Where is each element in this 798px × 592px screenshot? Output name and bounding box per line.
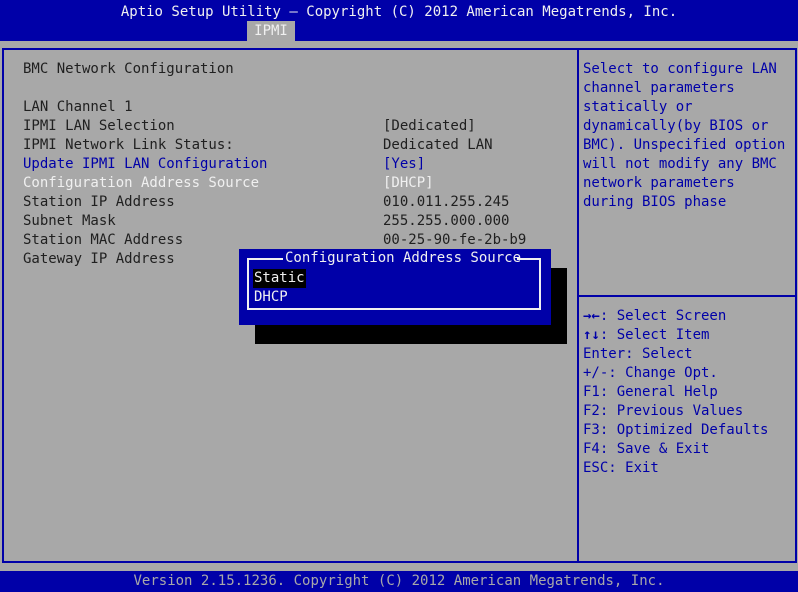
station-ip-value: 010.011.255.245 [383, 194, 510, 210]
header-title: Aptio Setup Utility – Copyright (C) 2012… [120, 4, 678, 20]
update-lan-config-value[interactable]: [Yes] [383, 155, 425, 174]
key-help-text: : Select Screen [599, 308, 727, 324]
station-mac-label: Station MAC Address [23, 232, 184, 248]
help-line: dynamically(by BIOS or [583, 118, 769, 134]
key-help-enter: Enter: Select [583, 346, 693, 362]
key-help-esc: ESC: Exit [583, 460, 659, 476]
key-help-select-item: ↑↓: Select Item [583, 326, 709, 345]
tab-ipmi[interactable]: IPMI [247, 21, 295, 41]
help-divider [579, 295, 795, 297]
key-help-f3: F3: Optimized Defaults [583, 422, 769, 438]
key-help-text: : Select Item [599, 327, 710, 343]
bios-screen: Aptio Setup Utility – Copyright (C) 2012… [0, 0, 798, 592]
key-help-f4: F4: Save & Exit [583, 441, 710, 457]
network-link-status-value: Dedicated LAN [383, 137, 493, 153]
section-title: BMC Network Configuration [23, 61, 234, 77]
popup-option-dhcp[interactable]: DHCP [254, 288, 288, 307]
ipmi-lan-selection-label: IPMI LAN Selection [23, 118, 175, 134]
ipmi-lan-selection-value: [Dedicated] [383, 118, 476, 134]
popup-option-static[interactable]: Static [253, 269, 306, 288]
help-line: channel parameters [583, 80, 735, 96]
help-line: will not modify any BMC [583, 156, 777, 172]
key-help-f1: F1: General Help [583, 384, 718, 400]
frame-left-border [2, 48, 4, 563]
help-line: Select to configure LAN [583, 61, 777, 77]
network-link-status-label: IPMI Network Link Status: [23, 137, 234, 153]
help-line: BMC). Unspecified option [583, 137, 786, 153]
key-help-f2: F2: Previous Values [583, 403, 744, 419]
left-right-arrows-icon: →← [583, 308, 600, 324]
popup-frame-top-left [247, 258, 283, 260]
footer-bar: Version 2.15.1236. Copyright (C) 2012 Am… [0, 571, 798, 592]
help-line: during BIOS phase [583, 194, 727, 210]
key-help-change: +/-: Change Opt. [583, 365, 718, 381]
frame-divider [577, 48, 579, 563]
key-help-select-screen: →←: Select Screen [583, 307, 726, 326]
frame-top-border [2, 48, 796, 50]
update-lan-config-item[interactable]: Update IPMI LAN Configuration [23, 155, 267, 174]
frame-bottom-border [2, 561, 796, 563]
frame-right-border [795, 48, 797, 563]
up-down-arrows-icon: ↑↓ [583, 327, 600, 343]
help-line: network parameters [583, 175, 735, 191]
subnet-mask-label: Subnet Mask [23, 213, 116, 229]
help-line: statically or [583, 99, 693, 115]
config-address-source-item[interactable]: Configuration Address Source [23, 174, 259, 193]
gateway-ip-label: Gateway IP Address [23, 251, 175, 267]
config-address-source-value[interactable]: [DHCP] [383, 174, 434, 193]
lan-channel-label: LAN Channel 1 [23, 99, 133, 115]
subnet-mask-value: 255.255.000.000 [383, 213, 510, 229]
popup-title: Configuration Address Source [285, 250, 522, 266]
station-mac-value: 00-25-90-fe-2b-b9 [383, 232, 527, 248]
footer-text: Version 2.15.1236. Copyright (C) 2012 Am… [133, 573, 665, 589]
station-ip-label: Station IP Address [23, 194, 175, 210]
header-bar: Aptio Setup Utility – Copyright (C) 2012… [0, 0, 798, 41]
config-address-source-popup: Configuration Address Source Static DHCP [239, 249, 551, 325]
